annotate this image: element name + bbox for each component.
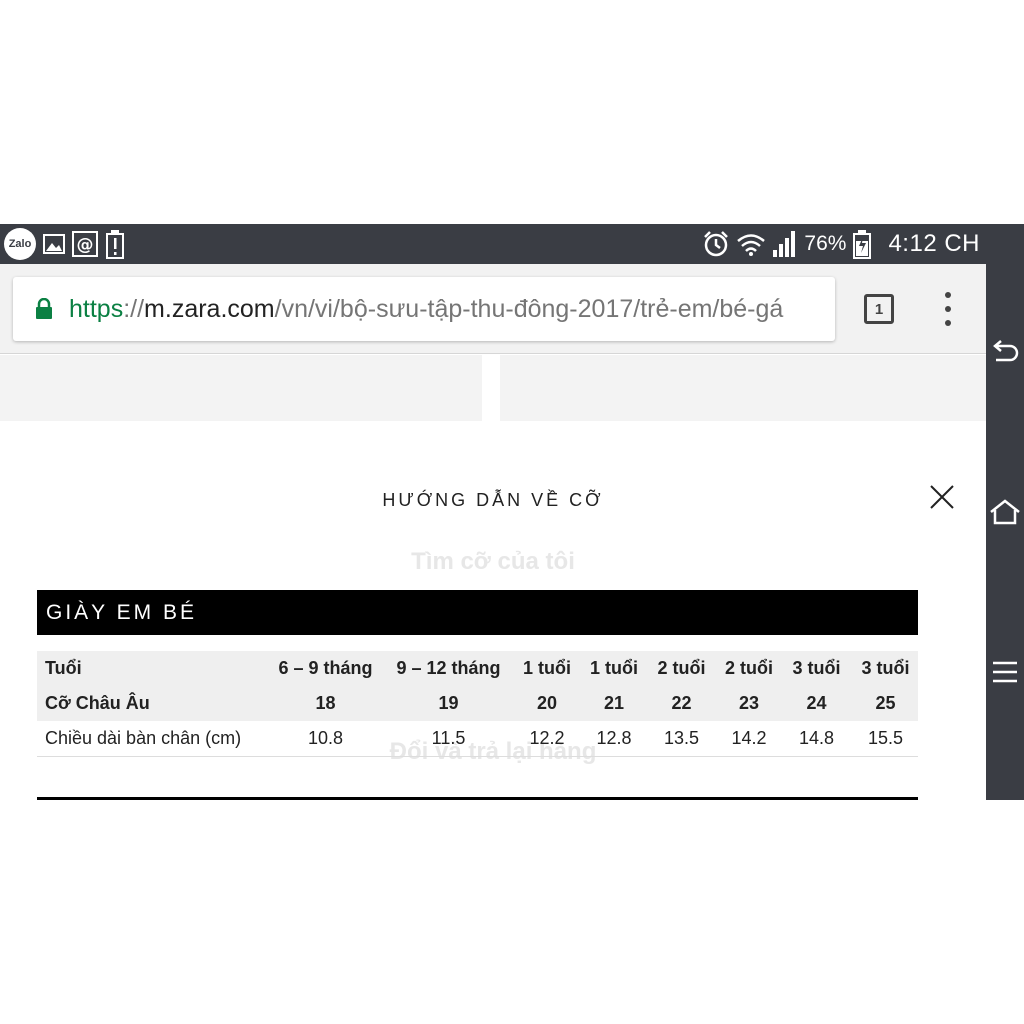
url-host: m.zara.com	[144, 294, 275, 323]
tab-count: 1	[874, 300, 884, 318]
tab-switcher-icon[interactable]: 1	[864, 294, 894, 324]
table-cell: 12.2	[511, 721, 583, 757]
table-cell: 3 tuổi	[780, 651, 853, 686]
table-cell: 11.5	[386, 721, 511, 757]
browser-toolbar: https://m.zara.com/vn/vi/bộ-sưu-tập-thu-…	[0, 264, 986, 354]
table-cell: 24	[780, 686, 853, 721]
wifi-icon	[736, 231, 766, 257]
table-cell: 9 – 12 tháng	[386, 651, 511, 686]
battery-percent: 76%	[804, 232, 847, 255]
section-header-label: GIÀY EM BÉ	[46, 600, 197, 624]
table-cell: 12.8	[583, 721, 645, 757]
table-cell: 2 tuổi	[718, 651, 780, 686]
zalo-icon: Zalo	[4, 228, 36, 260]
section-header: GIÀY EM BÉ	[37, 590, 918, 635]
table-cell: 1 tuổi	[583, 651, 645, 686]
overflow-menu-icon[interactable]	[936, 292, 960, 326]
table-row: Cỡ Châu Âu 18 19 20 21 22 23 24 25	[37, 686, 918, 721]
zalo-icon-label: Zalo	[8, 238, 32, 250]
url-text[interactable]: https://m.zara.com/vn/vi/bộ-sưu-tập-thu-…	[69, 295, 783, 324]
table-cell: 18	[265, 686, 386, 721]
close-icon[interactable]	[928, 483, 956, 511]
table-cell: 23	[718, 686, 780, 721]
table-cell: 2 tuổi	[645, 651, 718, 686]
table-cell: 6 – 9 tháng	[265, 651, 386, 686]
url-separator: ://	[123, 294, 145, 323]
background-product-card	[500, 355, 986, 421]
url-scheme: https	[69, 294, 124, 323]
section-divider	[37, 797, 918, 800]
background-product-card	[0, 355, 482, 421]
row-label-foot-length: Chiều dài bàn chân (cm)	[37, 721, 265, 757]
svg-text:@: @	[77, 235, 94, 255]
status-bar: Zalo @ 76% 4:12 CH	[0, 224, 986, 264]
battery-alert-icon	[104, 229, 126, 259]
image-icon	[42, 232, 66, 256]
modal-title: HƯỚNG DẪN VỀ CỠ	[382, 490, 604, 510]
row-label-age: Tuổi	[37, 651, 265, 686]
table-cell: 19	[386, 686, 511, 721]
table-cell: 22	[645, 686, 718, 721]
address-bar[interactable]: https://m.zara.com/vn/vi/bộ-sưu-tập-thu-…	[13, 277, 835, 341]
phone-screen: Zalo @ 76% 4:12 CH https://m.zara.com/vn…	[0, 224, 1024, 800]
table-cell: 14.8	[780, 721, 853, 757]
url-path: /vn/vi/bộ-sưu-tập-thu-đông-2017/trẻ-em/b…	[274, 294, 784, 323]
home-icon[interactable]	[986, 492, 1024, 532]
lock-icon[interactable]	[35, 296, 55, 322]
signal-icon	[772, 230, 798, 258]
table-cell: 20	[511, 686, 583, 721]
background-find-size-text: Tìm cỡ của tôi	[411, 548, 575, 575]
at-sign-icon: @	[72, 231, 98, 257]
navigation-bar	[986, 224, 1024, 800]
back-icon[interactable]	[986, 332, 1024, 372]
row-label-eu-size: Cỡ Châu Âu	[37, 686, 265, 721]
battery-charging-icon	[852, 229, 872, 259]
table-cell: 15.5	[853, 721, 918, 757]
table-cell: 3 tuổi	[853, 651, 918, 686]
table-cell: 25	[853, 686, 918, 721]
table-row: Tuổi 6 – 9 tháng 9 – 12 tháng 1 tuổi 1 t…	[37, 651, 918, 686]
size-table: Tuổi 6 – 9 tháng 9 – 12 tháng 1 tuổi 1 t…	[37, 651, 918, 757]
system-icons: 76% 4:12 CH	[702, 228, 980, 260]
web-page: Tìm cỡ của tôi Đổi và trả lại hàng HƯỚNG…	[0, 355, 986, 800]
menu-icon[interactable]	[986, 652, 1024, 692]
table-cell: 1 tuổi	[511, 651, 583, 686]
alarm-icon	[702, 230, 730, 258]
clock: 4:12 CH	[888, 230, 980, 257]
table-cell: 13.5	[645, 721, 718, 757]
table-row: Chiều dài bàn chân (cm) 10.8 11.5 12.2 1…	[37, 721, 918, 757]
notification-icons: Zalo @	[4, 228, 126, 260]
table-cell: 14.2	[718, 721, 780, 757]
table-cell: 21	[583, 686, 645, 721]
table-cell: 10.8	[265, 721, 386, 757]
